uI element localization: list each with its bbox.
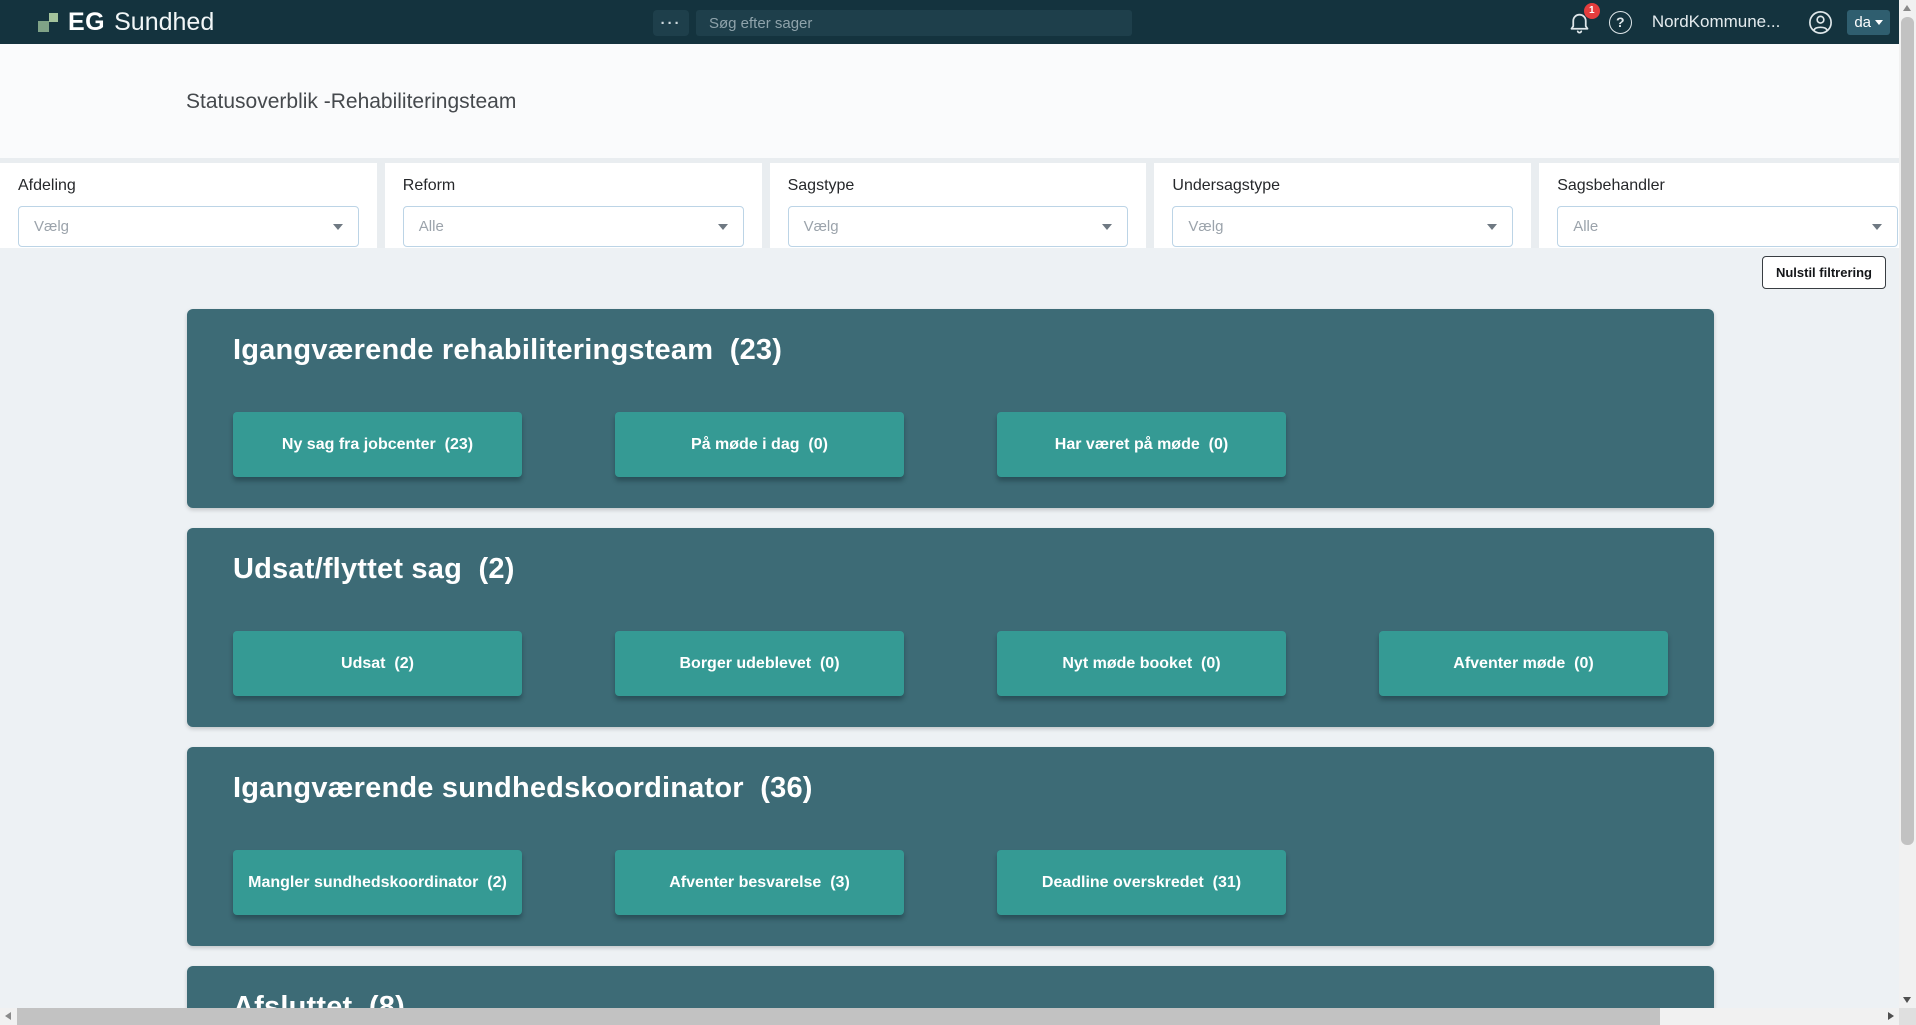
page-header: Statusoverblik -Rehabiliteringsteam [0,44,1916,158]
notification-badge: 1 [1584,3,1600,19]
filter-label: Sagsbehandler [1557,177,1898,195]
section-igangvaerende-sundhedskoordinator: Igangværende sundhedskoordinator (36) Ma… [187,747,1714,946]
status-button-udsat[interactable]: Udsat (2) [233,631,522,696]
language-code: da [1854,14,1871,31]
status-button-har-vaeret-paa-moede[interactable]: Har været på møde (0) [997,412,1286,477]
select-value: Alle [1573,218,1598,235]
more-options-button[interactable]: ··· [653,10,689,36]
section-buttons: Ny sag fra jobcenter (23) På møde i dag … [233,412,1714,477]
horizontal-scroll-thumb[interactable] [17,1008,1660,1025]
select-value: Vælg [804,218,839,235]
brand-eg-text: EG [68,8,105,37]
section-title: Igangværende rehabiliteringsteam (23) [233,309,1714,367]
sagstype-select[interactable]: Vælg [788,206,1129,247]
page-title: Statusoverblik -Rehabiliteringsteam [186,90,1916,114]
scroll-right-arrow-icon[interactable] [1888,1012,1894,1020]
language-selector[interactable]: da [1847,10,1890,35]
filter-label: Reform [403,177,744,195]
reform-select[interactable]: Alle [403,206,744,247]
filter-undersagstype: Undersagstype Vælg [1154,163,1531,248]
notifications-button[interactable]: 1 [1567,10,1592,35]
search-input[interactable] [696,10,1132,36]
chevron-down-icon [1875,20,1883,25]
filter-sagstype: Sagstype Vælg [770,163,1147,248]
filter-strip: Afdeling Vælg Reform Alle Sagstype Vælg … [0,158,1916,248]
undersagstype-select[interactable]: Vælg [1172,206,1513,247]
filter-label: Afdeling [18,177,359,195]
app-root: EG Sundhed ··· 1 ? NordKommune... [0,0,1916,1025]
status-sections: Igangværende rehabiliteringsteam (23) Ny… [187,309,1714,1025]
afdeling-select[interactable]: Vælg [18,206,359,247]
filter-afdeling: Afdeling Vælg [0,163,377,248]
reset-filters-button[interactable]: Nulstil filtrering [1762,256,1886,289]
help-icon[interactable]: ? [1609,11,1632,34]
filter-sagsbehandler: Sagsbehandler Alle [1539,163,1916,248]
status-button-paa-moede-i-dag[interactable]: På møde i dag (0) [615,412,904,477]
select-value: Vælg [34,218,69,235]
scroll-left-arrow-icon[interactable] [5,1012,11,1020]
vertical-scrollbar[interactable] [1899,0,1916,1008]
eg-logo-icon [38,12,59,33]
status-button-borger-udeblevet[interactable]: Borger udeblevet (0) [615,631,904,696]
filter-label: Undersagstype [1172,177,1513,195]
scrollbar-corner [1899,1008,1916,1025]
section-buttons: Udsat (2) Borger udeblevet (0) Nyt møde … [233,631,1714,696]
vertical-scroll-thumb[interactable] [1901,17,1914,845]
chevron-down-icon [1487,224,1497,230]
select-value: Vælg [1188,218,1223,235]
section-title: Udsat/flyttet sag (2) [233,528,1714,586]
select-value: Alle [419,218,444,235]
scroll-down-arrow-icon[interactable] [1903,997,1911,1003]
reset-row: Nulstil filtrering [0,248,1916,309]
brand-product-text: Sundhed [114,8,214,37]
tenant-name[interactable]: NordKommune... [1652,12,1781,32]
section-buttons: Mangler sundhedskoordinator (2) Afventer… [233,850,1714,915]
chevron-down-icon [1102,224,1112,230]
sagsbehandler-select[interactable]: Alle [1557,206,1898,247]
status-button-nyt-moede-booket[interactable]: Nyt møde booket (0) [997,631,1286,696]
status-button-afventer-besvarelse[interactable]: Afventer besvarelse (3) [615,850,904,915]
scroll-up-arrow-icon[interactable] [1903,5,1911,11]
user-icon [1808,10,1833,35]
topbar: EG Sundhed ··· 1 ? NordKommune... [0,0,1916,44]
filter-reform: Reform Alle [385,163,762,248]
status-button-afventer-moede[interactable]: Afventer møde (0) [1379,631,1668,696]
section-title: Igangværende sundhedskoordinator (36) [233,747,1714,805]
user-avatar-button[interactable] [1808,10,1833,35]
brand-logo[interactable]: EG Sundhed [38,0,214,44]
filter-label: Sagstype [788,177,1129,195]
chevron-down-icon [333,224,343,230]
status-button-mangler-sundhedskoordinator[interactable]: Mangler sundhedskoordinator (2) [233,850,522,915]
horizontal-scrollbar[interactable] [0,1008,1899,1025]
section-udsat-flyttet-sag: Udsat/flyttet sag (2) Udsat (2) Borger u… [187,528,1714,727]
section-igangvaerende-rehabiliteringsteam: Igangværende rehabiliteringsteam (23) Ny… [187,309,1714,508]
topbar-right-cluster: 1 ? NordKommune... da [1567,0,1890,44]
status-button-ny-sag-fra-jobcenter[interactable]: Ny sag fra jobcenter (23) [233,412,522,477]
chevron-down-icon [1872,224,1882,230]
chevron-down-icon [718,224,728,230]
status-button-deadline-overskredet[interactable]: Deadline overskredet (31) [997,850,1286,915]
